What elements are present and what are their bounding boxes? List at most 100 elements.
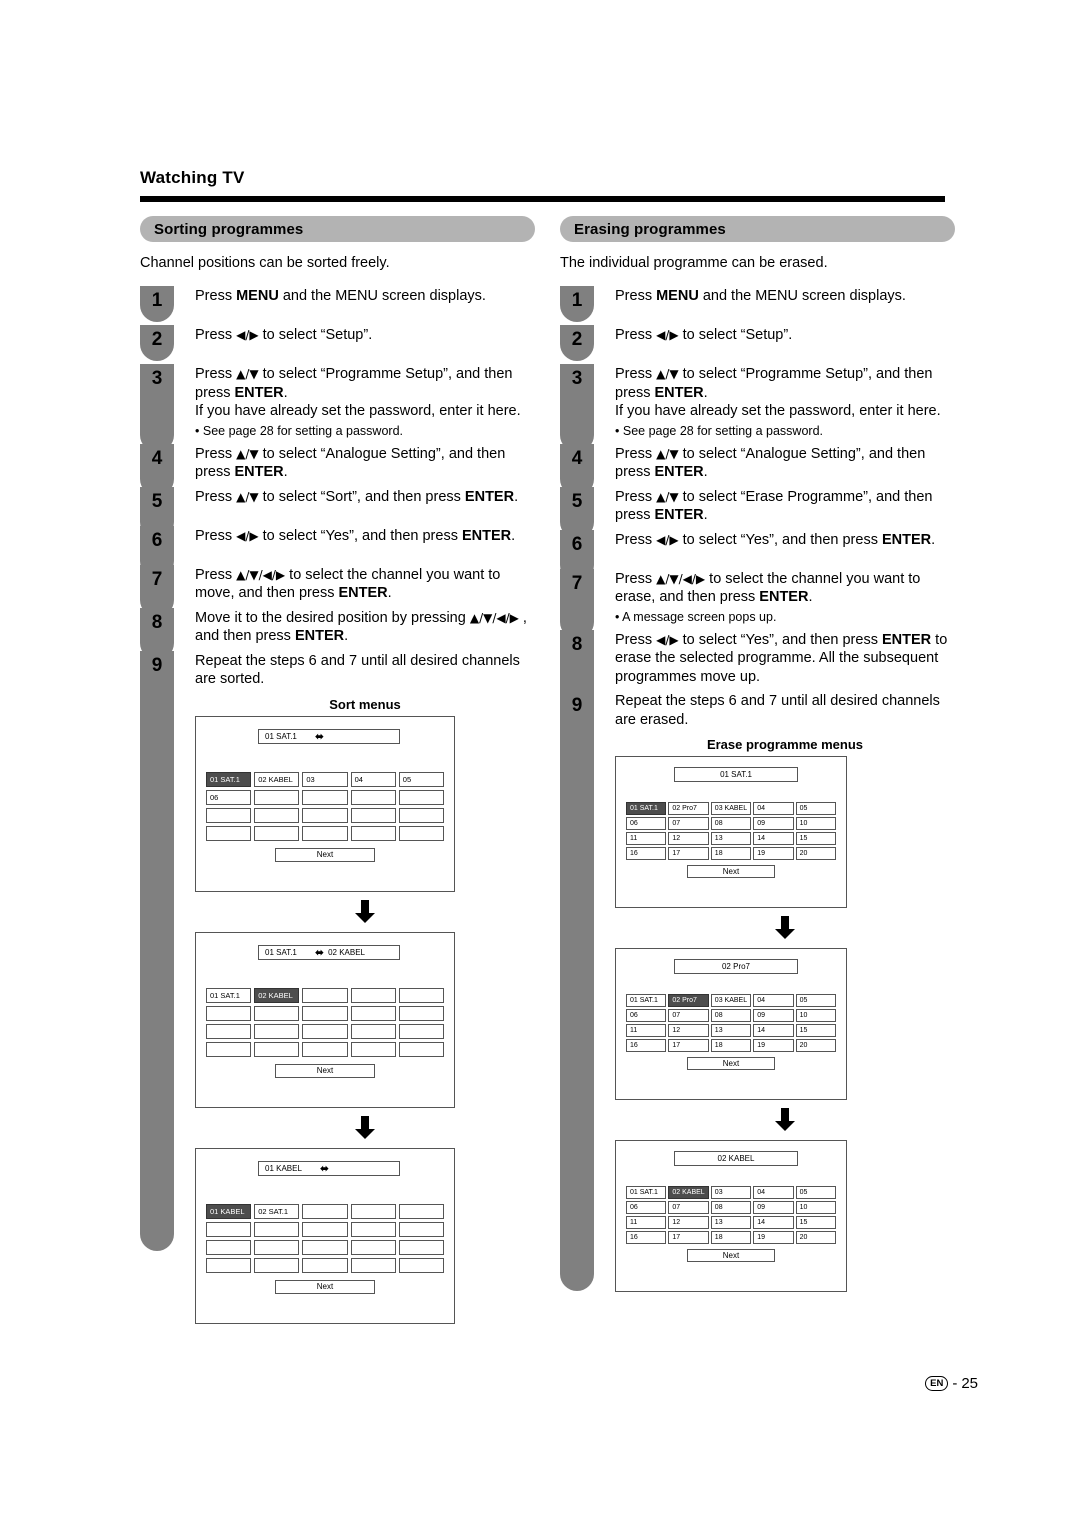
channel-cell[interactable] [302, 1005, 348, 1021]
channel-cell[interactable] [398, 789, 444, 805]
channel-cell[interactable]: 04 [753, 802, 794, 815]
channel-cell[interactable]: 05 [398, 771, 444, 787]
channel-cell-selected[interactable]: 02 KABEL [668, 1186, 709, 1199]
channel-cell[interactable] [254, 1257, 300, 1273]
channel-cell[interactable]: 05 [795, 1186, 836, 1199]
channel-cell[interactable]: 11 [626, 1024, 667, 1037]
channel-cell[interactable]: 13 [710, 832, 752, 845]
channel-cell[interactable]: 19 [753, 1231, 794, 1244]
channel-cell[interactable] [206, 1005, 252, 1021]
channel-cell[interactable]: 02 SAT.1 [254, 1203, 300, 1219]
channel-cell[interactable] [302, 1221, 348, 1237]
channel-cell[interactable]: 06 [626, 817, 667, 830]
channel-cell[interactable]: 04 [753, 1186, 794, 1199]
channel-cell[interactable]: 13 [710, 1216, 752, 1229]
channel-cell[interactable] [398, 1221, 444, 1237]
channel-cell[interactable]: 04 [753, 994, 794, 1007]
channel-cell[interactable] [398, 987, 444, 1003]
channel-cell[interactable] [350, 1221, 396, 1237]
channel-cell[interactable]: 17 [668, 1231, 709, 1244]
next-button[interactable]: Next [687, 1249, 775, 1262]
channel-cell[interactable] [350, 1239, 396, 1255]
channel-cell[interactable] [398, 1005, 444, 1021]
channel-cell[interactable]: 03 [710, 1186, 752, 1199]
channel-cell-selected[interactable]: 02 KABEL [254, 987, 300, 1003]
channel-cell[interactable]: 11 [626, 832, 667, 845]
channel-cell[interactable]: 07 [668, 817, 709, 830]
channel-cell[interactable]: 15 [795, 832, 836, 845]
channel-cell[interactable] [206, 825, 252, 841]
channel-cell[interactable]: 14 [753, 1216, 794, 1229]
channel-cell[interactable]: 19 [753, 847, 794, 860]
channel-cell[interactable] [350, 1257, 396, 1273]
next-button[interactable]: Next [687, 1057, 775, 1070]
channel-cell[interactable] [398, 1023, 444, 1039]
channel-cell[interactable] [206, 1221, 252, 1237]
channel-cell[interactable]: 10 [795, 1009, 836, 1022]
channel-cell[interactable]: 13 [710, 1024, 752, 1037]
channel-cell[interactable] [206, 1239, 252, 1255]
channel-cell[interactable]: 06 [206, 789, 252, 805]
channel-cell[interactable]: 01 SAT.1 [626, 1186, 667, 1199]
channel-cell[interactable] [254, 1005, 300, 1021]
channel-cell[interactable]: 12 [668, 832, 709, 845]
channel-cell[interactable] [254, 825, 300, 841]
channel-cell[interactable]: 09 [753, 1009, 794, 1022]
channel-cell[interactable]: 12 [668, 1216, 709, 1229]
channel-cell[interactable]: 04 [350, 771, 396, 787]
channel-cell[interactable] [254, 1041, 300, 1057]
channel-cell[interactable] [302, 789, 348, 805]
channel-cell[interactable]: 08 [710, 817, 752, 830]
channel-cell[interactable]: 08 [710, 1201, 752, 1214]
channel-cell[interactable]: 14 [753, 1024, 794, 1037]
channel-cell-selected[interactable]: 01 KABEL [206, 1203, 252, 1219]
next-button[interactable]: Next [687, 865, 775, 878]
next-button[interactable]: Next [275, 1279, 375, 1294]
channel-cell[interactable] [206, 807, 252, 823]
channel-cell[interactable]: 03 [302, 771, 348, 787]
channel-cell-selected[interactable]: 01 SAT.1 [206, 771, 252, 787]
channel-cell[interactable]: 17 [668, 1039, 709, 1052]
channel-cell[interactable]: 03 KABEL [710, 802, 752, 815]
channel-cell[interactable] [302, 1023, 348, 1039]
channel-cell[interactable]: 02 KABEL [254, 771, 300, 787]
channel-cell-selected[interactable]: 02 Pro7 [668, 994, 709, 1007]
channel-cell[interactable]: 07 [668, 1201, 709, 1214]
channel-cell[interactable] [350, 1203, 396, 1219]
channel-cell[interactable] [350, 825, 396, 841]
channel-cell[interactable] [302, 1257, 348, 1273]
channel-cell[interactable]: 06 [626, 1009, 667, 1022]
channel-cell[interactable] [302, 987, 348, 1003]
channel-cell[interactable]: 09 [753, 817, 794, 830]
channel-cell[interactable]: 10 [795, 817, 836, 830]
channel-cell[interactable]: 01 SAT.1 [206, 987, 252, 1003]
channel-cell[interactable] [350, 1005, 396, 1021]
channel-cell-selected[interactable]: 01 SAT.1 [626, 802, 667, 815]
channel-cell[interactable]: 20 [795, 1039, 836, 1052]
channel-cell[interactable]: 15 [795, 1024, 836, 1037]
channel-cell[interactable]: 18 [710, 1039, 752, 1052]
channel-cell[interactable] [302, 1239, 348, 1255]
channel-cell[interactable]: 02 Pro7 [668, 802, 709, 815]
channel-cell[interactable]: 16 [626, 1039, 667, 1052]
channel-cell[interactable]: 06 [626, 1201, 667, 1214]
channel-cell[interactable] [350, 1041, 396, 1057]
channel-cell[interactable] [398, 825, 444, 841]
channel-cell[interactable] [254, 1239, 300, 1255]
channel-cell[interactable] [350, 807, 396, 823]
channel-cell[interactable] [254, 1023, 300, 1039]
channel-cell[interactable]: 10 [795, 1201, 836, 1214]
channel-cell[interactable]: 05 [795, 994, 836, 1007]
channel-cell[interactable]: 16 [626, 1231, 667, 1244]
channel-cell[interactable]: 01 SAT.1 [626, 994, 667, 1007]
channel-cell[interactable] [398, 807, 444, 823]
channel-cell[interactable] [254, 789, 300, 805]
channel-cell[interactable]: 19 [753, 1039, 794, 1052]
channel-cell[interactable] [350, 1023, 396, 1039]
channel-cell[interactable] [254, 1221, 300, 1237]
channel-cell[interactable] [206, 1257, 252, 1273]
channel-cell[interactable]: 03 KABEL [710, 994, 752, 1007]
channel-cell[interactable] [302, 1041, 348, 1057]
channel-cell[interactable]: 16 [626, 847, 667, 860]
channel-cell[interactable]: 17 [668, 847, 709, 860]
